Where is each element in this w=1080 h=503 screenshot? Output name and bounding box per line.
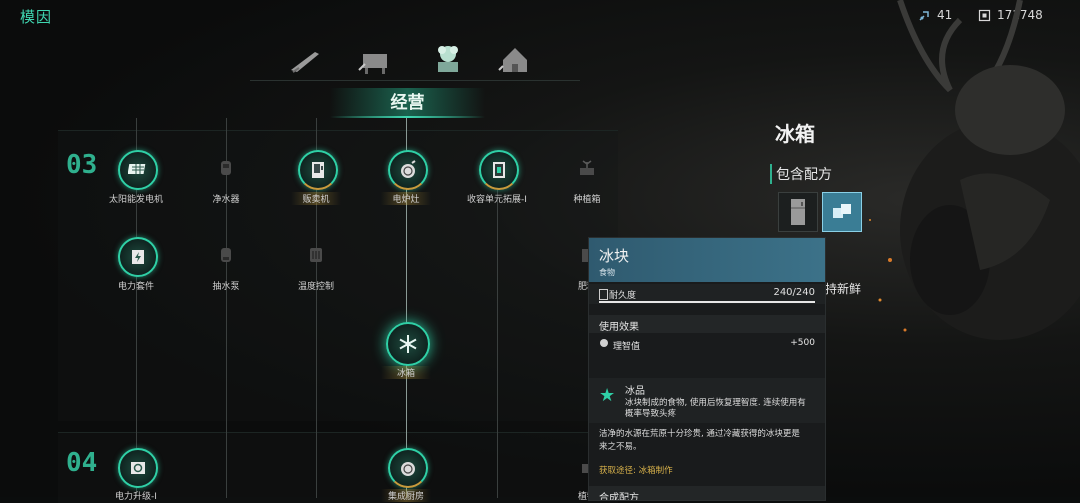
node-planter-box[interactable] <box>569 150 605 186</box>
brain-icon <box>600 339 608 347</box>
item-tooltip: 冰块 食物 耐久度 240/240 使用效果 理智值 +500 ★ 冰品 冰块制… <box>588 237 826 501</box>
label-vending-machine: 贩卖机 <box>291 192 341 205</box>
label-temperature-control: 温度控制 <box>297 282 334 292</box>
node-power-kit[interactable] <box>118 237 158 277</box>
thermostat-icon <box>310 248 322 262</box>
workbench-icon <box>358 54 387 74</box>
creature-artwork <box>869 0 1080 340</box>
vending-machine-icon <box>312 162 324 178</box>
node-temperature-control[interactable] <box>298 237 334 273</box>
label-power-kit: 电力套件 <box>117 282 154 292</box>
page-title: 模因 <box>20 8 53 26</box>
lore-line-1: 洁净的水源在荒原十分珍贵, 通过冷藏获得的冰块更是 <box>599 429 800 439</box>
durability-icon <box>599 289 608 300</box>
durability-label: 耐久度 <box>609 291 637 301</box>
node-fridge[interactable] <box>386 322 430 366</box>
fridge-effect-text: 持新鲜 <box>825 282 862 296</box>
tooltip-header: 冰块 食物 <box>589 238 825 282</box>
tab-crafting[interactable] <box>355 40 395 80</box>
recipe-header: 合成配方 <box>589 486 825 501</box>
durability-bar <box>599 301 815 303</box>
tooltip-item-name: 冰块 <box>599 247 630 265</box>
sanity-label: 理智值 <box>613 342 641 352</box>
planter-icon <box>580 160 594 175</box>
tab-management[interactable] <box>428 40 468 80</box>
node-storage-expansion[interactable] <box>479 150 519 190</box>
plant-cart-icon <box>438 46 458 72</box>
fridge-icon <box>791 199 805 225</box>
ice-cube-icon <box>833 204 851 218</box>
label-fridge: 冰箱 <box>381 366 431 379</box>
label-power-upgrade: 电力升级-Ⅰ <box>115 492 157 502</box>
category-tabs <box>280 40 580 84</box>
label-water-purifier: 净水器 <box>212 195 240 205</box>
lore-line-2: 来之不易。 <box>599 442 642 452</box>
power-upgrade-icon <box>131 462 145 474</box>
recipes-heading: 包含配方 <box>770 164 832 184</box>
tab-divider <box>250 80 580 81</box>
node-water-purifier[interactable] <box>208 150 244 186</box>
tab-housing[interactable] <box>495 40 535 80</box>
pump-icon <box>221 248 231 262</box>
snowflake-icon <box>399 335 417 353</box>
section-title: 经营 <box>330 88 485 118</box>
label-integrated-kitchen: 集成厨房 <box>381 489 431 502</box>
item-title: 冰箱 <box>775 122 815 146</box>
use-effect-header: 使用效果 <box>589 315 825 333</box>
sanity-value: +500 <box>790 338 815 348</box>
stove-icon <box>401 160 416 178</box>
node-vending-machine[interactable] <box>298 150 338 190</box>
durability-fill <box>599 301 815 303</box>
node-electric-stove[interactable] <box>388 150 428 190</box>
use-effect-label: 使用效果 <box>599 322 639 333</box>
node-water-pump[interactable] <box>208 237 244 273</box>
node-power-upgrade[interactable] <box>118 448 158 488</box>
durability-value: 240/240 <box>773 287 815 298</box>
tooltip-item-type: 食物 <box>599 268 615 277</box>
tier-04-label: 04 <box>66 448 98 478</box>
sanity-row: 理智值 +500 <box>589 336 825 354</box>
tab-weapons[interactable] <box>285 40 325 80</box>
power-kit-icon <box>132 250 144 264</box>
purifier-icon <box>221 161 231 175</box>
trait-box: ★ 冰品 冰块制成的食物, 使用后恢复理智度. 连续使用有 概率导致头疼 <box>589 378 825 423</box>
label-electric-stove: 电炉灶 <box>381 192 431 205</box>
star-icon: ★ <box>599 385 616 406</box>
recipe-slot-ice[interactable] <box>822 192 862 232</box>
storage-unit-icon <box>493 162 505 178</box>
source-text: 获取途径: 冰箱制作 <box>599 466 673 476</box>
trait-desc-2: 概率导致头疼 <box>625 409 677 419</box>
label-storage-expansion: 收容单元拓展-Ⅰ <box>467 195 527 205</box>
solar-panel-icon <box>128 164 146 174</box>
node-solar-generator[interactable] <box>118 150 158 190</box>
recipe-slot-fridge[interactable] <box>778 192 818 232</box>
label-planter-box: 种植箱 <box>573 195 601 205</box>
label-water-pump: 抽水泵 <box>212 282 240 292</box>
kitchen-icon <box>401 462 415 476</box>
node-integrated-kitchen[interactable] <box>388 448 428 488</box>
house-icon <box>498 48 527 72</box>
label-solar-generator: 太阳能发电机 <box>108 195 163 205</box>
recipe-label: 合成配方 <box>599 493 639 501</box>
weapon-icon <box>291 52 319 73</box>
trait-name: 冰品 <box>625 386 645 397</box>
tier-03-label: 03 <box>66 150 98 180</box>
